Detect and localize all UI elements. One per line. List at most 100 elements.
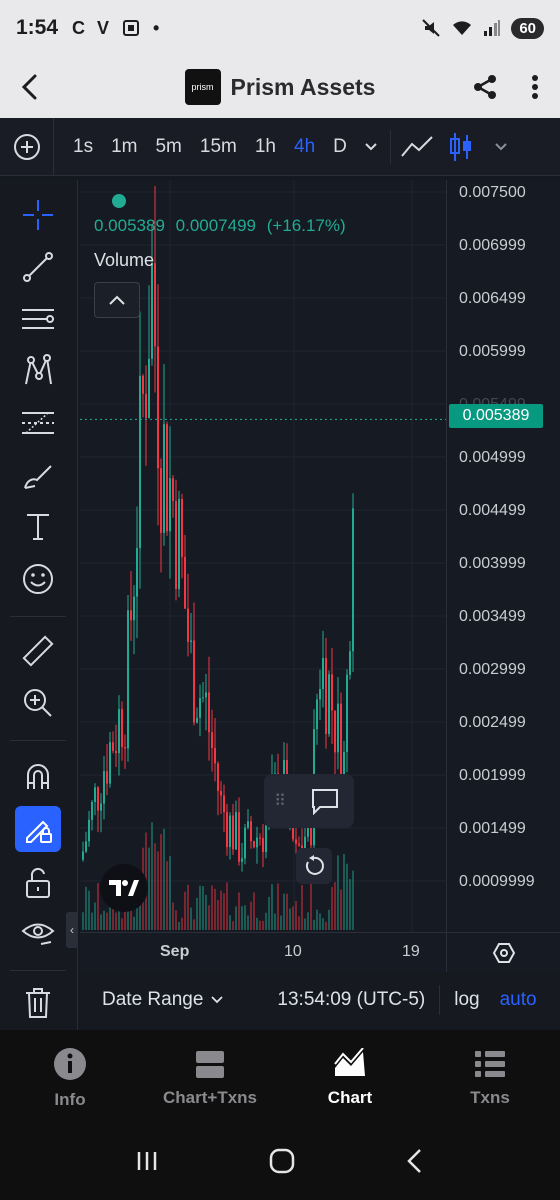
more-vertical-icon	[532, 75, 538, 99]
chevron-down-icon	[211, 996, 224, 1004]
candle-body	[352, 508, 354, 652]
candle-body	[91, 801, 93, 820]
nav-txns[interactable]: Txns	[420, 1030, 560, 1126]
zoom-in-tool[interactable]	[15, 680, 61, 726]
hide-drawings-tool[interactable]	[15, 910, 61, 956]
candle-body	[250, 821, 252, 842]
candle-body	[334, 710, 336, 753]
price-tick: 0.003499	[459, 608, 526, 625]
nav-info[interactable]: Info	[0, 1030, 140, 1126]
magnet-tool[interactable]	[15, 754, 61, 800]
volume-bar	[100, 914, 102, 930]
share-button[interactable]	[460, 56, 510, 118]
volume-bar	[268, 896, 270, 930]
lock-drawings-tool[interactable]	[15, 806, 61, 852]
volume-bar	[196, 897, 198, 930]
chart-pane[interactable]: 0.005389 0.0007499 (+16.17%) Volume ⠿	[80, 180, 446, 932]
candle-body	[331, 674, 333, 711]
volume-bar	[163, 828, 165, 930]
candle-body	[316, 699, 318, 730]
candle-body	[298, 843, 300, 846]
emoji-tool[interactable]	[15, 556, 61, 602]
candle-body	[94, 787, 96, 802]
log-scale-button[interactable]: log	[454, 989, 479, 1011]
comment-button[interactable]	[296, 787, 354, 815]
pattern-tool[interactable]	[15, 348, 61, 394]
candle-body	[115, 750, 117, 754]
auto-scale-button[interactable]: auto	[500, 989, 537, 1011]
home-button[interactable]	[268, 1147, 296, 1180]
interval-5m[interactable]: 5m	[146, 136, 190, 158]
brush-tool[interactable]	[15, 452, 61, 498]
zoom-in-icon	[24, 689, 52, 717]
interval-dropdown-button[interactable]	[356, 118, 386, 176]
candle-body	[238, 812, 240, 862]
chart-settings-button[interactable]	[446, 932, 560, 972]
add-symbol-button[interactable]	[0, 117, 54, 176]
candle-body	[88, 819, 90, 842]
interval-1s[interactable]: 1s	[64, 136, 102, 158]
price-tick: 0.0009999	[459, 873, 535, 890]
chevron-left-icon: ‹	[70, 923, 74, 937]
collapse-indicators-button[interactable]	[94, 282, 140, 318]
candle-body	[136, 548, 138, 597]
time-scale[interactable]: Sep 10 19	[80, 932, 446, 972]
timezone-clock[interactable]: 13:54:09 (UTC-5)	[277, 989, 425, 1011]
interval-1m[interactable]: 1m	[102, 136, 146, 158]
candle-body	[85, 841, 87, 852]
nav-chart-txns-label: Chart+Txns	[163, 1088, 257, 1107]
volume-bar	[88, 890, 90, 930]
measure-tool[interactable]	[15, 628, 61, 674]
more-menu-button[interactable]	[510, 56, 560, 118]
candle-body	[214, 747, 216, 764]
time-tick: Sep	[160, 943, 190, 960]
candle-body	[199, 698, 201, 718]
candle-body	[118, 709, 120, 754]
interval-4h[interactable]: 4h	[285, 136, 324, 158]
mute-icon	[422, 19, 441, 37]
candle-body	[196, 717, 198, 723]
fib-retracement-tool[interactable]	[15, 400, 61, 446]
date-range-button[interactable]: Date Range	[80, 989, 224, 1011]
chart-type-dropdown-button[interactable]	[483, 118, 519, 176]
back-chevron-icon	[407, 1148, 422, 1173]
reset-chart-button[interactable]	[296, 848, 332, 884]
candle-body	[181, 499, 183, 557]
price-scale[interactable]: 0.007500 0.006999 0.006499 0.005999 0.00…	[446, 180, 560, 932]
share-icon	[474, 75, 496, 99]
remove-drawings-tool[interactable]	[15, 980, 61, 1026]
drag-handle-icon[interactable]: ⠿	[264, 791, 296, 811]
system-back-button[interactable]	[405, 1148, 425, 1179]
interval-1h[interactable]: 1h	[246, 136, 285, 158]
candle-chart-type-button[interactable]	[439, 118, 483, 176]
recents-icon	[137, 1151, 156, 1170]
line-chart-type-button[interactable]	[395, 118, 439, 176]
nav-txns-label: Txns	[470, 1088, 510, 1107]
system-navigation-bar	[0, 1126, 560, 1200]
trend-line-tool[interactable]	[15, 244, 61, 290]
horizontal-lines-tool[interactable]	[15, 296, 61, 342]
back-button[interactable]	[0, 56, 60, 118]
crosshair-tool[interactable]	[15, 192, 61, 238]
interval-15m[interactable]: 15m	[191, 136, 246, 158]
text-tool[interactable]	[15, 504, 61, 550]
floating-drawing-panel: ⠿	[264, 774, 354, 828]
price-tick: 0.004499	[459, 502, 526, 519]
volume-bar	[280, 915, 282, 930]
volume-bar	[313, 919, 315, 930]
info-icon	[54, 1048, 86, 1080]
volume-bar	[193, 919, 195, 930]
battery-indicator: 60	[511, 17, 544, 39]
volume-bar	[202, 886, 204, 930]
nav-chart-label: Chart	[327, 1088, 373, 1107]
nav-chart-txns[interactable]: Chart+Txns	[140, 1030, 280, 1126]
recent-apps-button[interactable]	[135, 1149, 159, 1178]
dot-icon: •	[153, 17, 160, 38]
nav-chart[interactable]: Chart	[280, 1030, 420, 1126]
crosshair-icon	[23, 200, 53, 230]
tradingview-logo[interactable]	[100, 864, 148, 912]
unlock-tool[interactable]	[15, 860, 61, 906]
volume-bar	[292, 906, 294, 930]
interval-d[interactable]: D	[324, 136, 356, 158]
collapse-toolbar-button[interactable]: ‹	[66, 912, 78, 948]
